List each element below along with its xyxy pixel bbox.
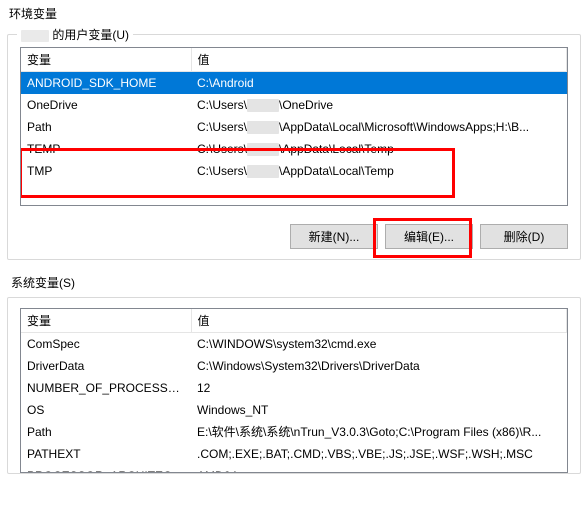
user-col-variable[interactable]: 变量: [21, 48, 191, 72]
var-name-cell: Path: [21, 116, 191, 138]
username-redacted: [21, 30, 49, 42]
var-value-cell: C:\Android: [191, 72, 567, 95]
var-value-cell: 12: [191, 377, 567, 399]
var-name-cell: Path: [21, 421, 191, 443]
username-redacted: [247, 165, 279, 178]
var-name-cell: TEMP: [21, 138, 191, 160]
table-row[interactable]: ANDROID_SDK_HOMEC:\Android: [21, 72, 567, 95]
var-name-cell: ANDROID_SDK_HOME: [21, 72, 191, 95]
var-name-cell: DriverData: [21, 355, 191, 377]
username-redacted: [247, 99, 279, 112]
var-value-cell: C:\Users\\AppData\Local\Temp: [191, 160, 567, 182]
table-row[interactable]: OneDriveC:\Users\\OneDrive: [21, 94, 567, 116]
sys-vars-table-wrap: 变量 值 ComSpecC:\WINDOWS\system32\cmd.exeD…: [20, 308, 568, 473]
table-row[interactable]: PathC:\Users\\AppData\Local\Microsoft\Wi…: [21, 116, 567, 138]
sys-vars-group-label: 系统变量(S): [11, 274, 581, 291]
table-row[interactable]: PathE:\软件\系统\系统\nTrun_V3.0.3\Goto;C:\Pro…: [21, 421, 567, 443]
var-name-cell: OneDrive: [21, 94, 191, 116]
user-vars-label-text: 的用户变量(U): [52, 28, 129, 42]
table-row[interactable]: OSWindows_NT: [21, 399, 567, 421]
table-row[interactable]: ComSpecC:\WINDOWS\system32\cmd.exe: [21, 333, 567, 356]
user-col-value[interactable]: 值: [191, 48, 567, 72]
var-value-cell: .COM;.EXE;.BAT;.CMD;.VBS;.VBE;.JS;.JSE;.…: [191, 443, 567, 465]
user-edit-button[interactable]: 编辑(E)...: [385, 224, 473, 249]
var-value-cell: C:\WINDOWS\system32\cmd.exe: [191, 333, 567, 356]
dialog-title: 环境变量: [9, 5, 581, 22]
table-row[interactable]: PROCESSOR_ARCHITECT...AMD64: [21, 465, 567, 473]
var-name-cell: PATHEXT: [21, 443, 191, 465]
user-buttons-row: 新建(N)... 编辑(E)... 删除(D): [20, 224, 568, 249]
var-value-cell: Windows_NT: [191, 399, 567, 421]
table-row[interactable]: PATHEXT.COM;.EXE;.BAT;.CMD;.VBS;.VBE;.JS…: [21, 443, 567, 465]
var-value-cell: C:\Users\\OneDrive: [191, 94, 567, 116]
user-new-button[interactable]: 新建(N)...: [290, 224, 378, 249]
table-row[interactable]: TEMPC:\Users\\AppData\Local\Temp: [21, 138, 567, 160]
user-vars-group: 的用户变量(U) 变量 值 ANDROID_SDK_HOMEC:\Android…: [7, 34, 581, 260]
var-name-cell: NUMBER_OF_PROCESSORS: [21, 377, 191, 399]
var-value-cell: E:\软件\系统\系统\nTrun_V3.0.3\Goto;C:\Program…: [191, 421, 567, 443]
user-delete-button[interactable]: 删除(D): [480, 224, 568, 249]
table-row[interactable]: DriverDataC:\Windows\System32\Drivers\Dr…: [21, 355, 567, 377]
var-value-cell: AMD64: [191, 465, 567, 473]
username-redacted: [247, 143, 279, 156]
user-vars-table-wrap: 变量 值 ANDROID_SDK_HOMEC:\AndroidOneDriveC…: [20, 47, 568, 206]
table-row[interactable]: TMPC:\Users\\AppData\Local\Temp: [21, 160, 567, 182]
user-vars-table[interactable]: 变量 值 ANDROID_SDK_HOMEC:\AndroidOneDriveC…: [21, 48, 567, 182]
sys-col-value[interactable]: 值: [191, 309, 567, 333]
table-row[interactable]: NUMBER_OF_PROCESSORS12: [21, 377, 567, 399]
sys-col-variable[interactable]: 变量: [21, 309, 191, 333]
var-value-cell: C:\Users\\AppData\Local\Temp: [191, 138, 567, 160]
sys-vars-table[interactable]: 变量 值 ComSpecC:\WINDOWS\system32\cmd.exeD…: [21, 309, 567, 473]
sys-vars-group: 变量 值 ComSpecC:\WINDOWS\system32\cmd.exeD…: [7, 297, 581, 474]
user-vars-group-label: 的用户变量(U): [17, 26, 133, 43]
var-name-cell: TMP: [21, 160, 191, 182]
var-name-cell: OS: [21, 399, 191, 421]
var-name-cell: ComSpec: [21, 333, 191, 356]
var-name-cell: PROCESSOR_ARCHITECT...: [21, 465, 191, 473]
env-vars-dialog: 环境变量 的用户变量(U) 变量 值 ANDROID_SDK_HOMEC:\An…: [0, 0, 588, 515]
var-value-cell: C:\Windows\System32\Drivers\DriverData: [191, 355, 567, 377]
username-redacted: [247, 121, 279, 134]
var-value-cell: C:\Users\\AppData\Local\Microsoft\Window…: [191, 116, 567, 138]
